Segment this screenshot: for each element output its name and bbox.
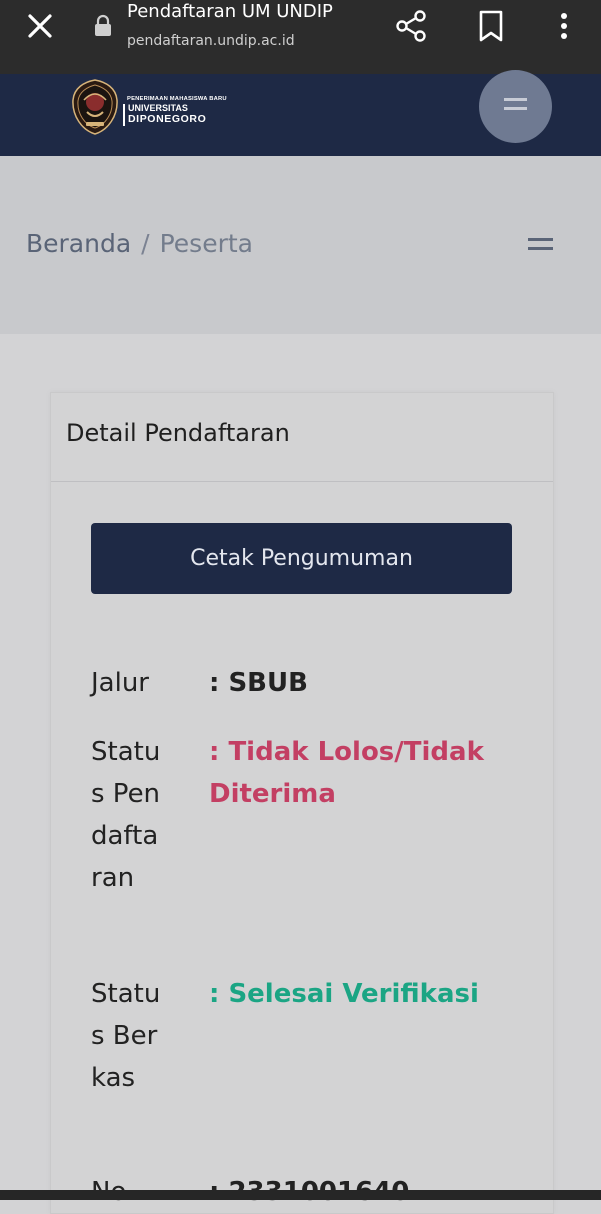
more-vert-icon[interactable] xyxy=(552,8,576,44)
detail-value-status-berkas: : Selesai Verifikasi xyxy=(209,979,479,1009)
breadcrumb-separator: / xyxy=(141,229,150,258)
logo-universitas: UNIVERSITAS xyxy=(128,103,188,113)
logo-divider xyxy=(123,104,125,126)
detail-label-status-berkas: Status Berkas xyxy=(91,979,161,1093)
breadcrumb-home[interactable]: Beranda xyxy=(26,229,131,258)
url-text[interactable]: pendaftaran.undip.ac.id xyxy=(127,33,295,49)
breadcrumb: Beranda / Peserta xyxy=(26,229,253,258)
hamburger-icon[interactable] xyxy=(528,238,553,254)
logo-diponegoro: DIPONEGORO xyxy=(128,113,207,125)
site-header: PENERIMAAN MAHASISWA BARU UNIVERSITAS DI… xyxy=(0,70,601,156)
bookmark-icon[interactable] xyxy=(476,8,506,44)
page-title: Pendaftaran UM UNDIP xyxy=(127,1,333,22)
breadcrumb-section: Beranda / Peserta xyxy=(0,156,601,334)
system-nav-bar xyxy=(0,1190,601,1200)
browser-toolbar: Pendaftaran UM UNDIP pendaftaran.undip.a… xyxy=(0,0,601,74)
card-title: Detail Pendaftaran xyxy=(66,419,290,447)
detail-label-jalur: Jalur xyxy=(91,668,149,698)
detail-value-jalur: : SBUB xyxy=(209,668,308,698)
share-icon[interactable] xyxy=(394,8,428,44)
undip-logo-icon[interactable] xyxy=(70,78,120,136)
breadcrumb-current: Peserta xyxy=(159,229,253,258)
close-icon[interactable] xyxy=(22,8,58,44)
card-header: Detail Pendaftaran xyxy=(51,393,553,482)
detail-label-status-pendaftaran: Status Pendaftaran xyxy=(91,737,161,893)
print-announcement-button[interactable]: Cetak Pengumuman xyxy=(91,523,512,594)
registration-detail-card: Detail Pendaftaran Cetak Pengumuman Jalu… xyxy=(50,392,554,1214)
lock-icon xyxy=(95,14,111,36)
detail-value-status-pendaftaran: : Tidak Lolos/Tidak Diterima xyxy=(209,737,493,809)
logo-tagline: PENERIMAAN MAHASISWA BARU xyxy=(127,96,227,102)
menu-toggle-button[interactable] xyxy=(479,70,552,143)
